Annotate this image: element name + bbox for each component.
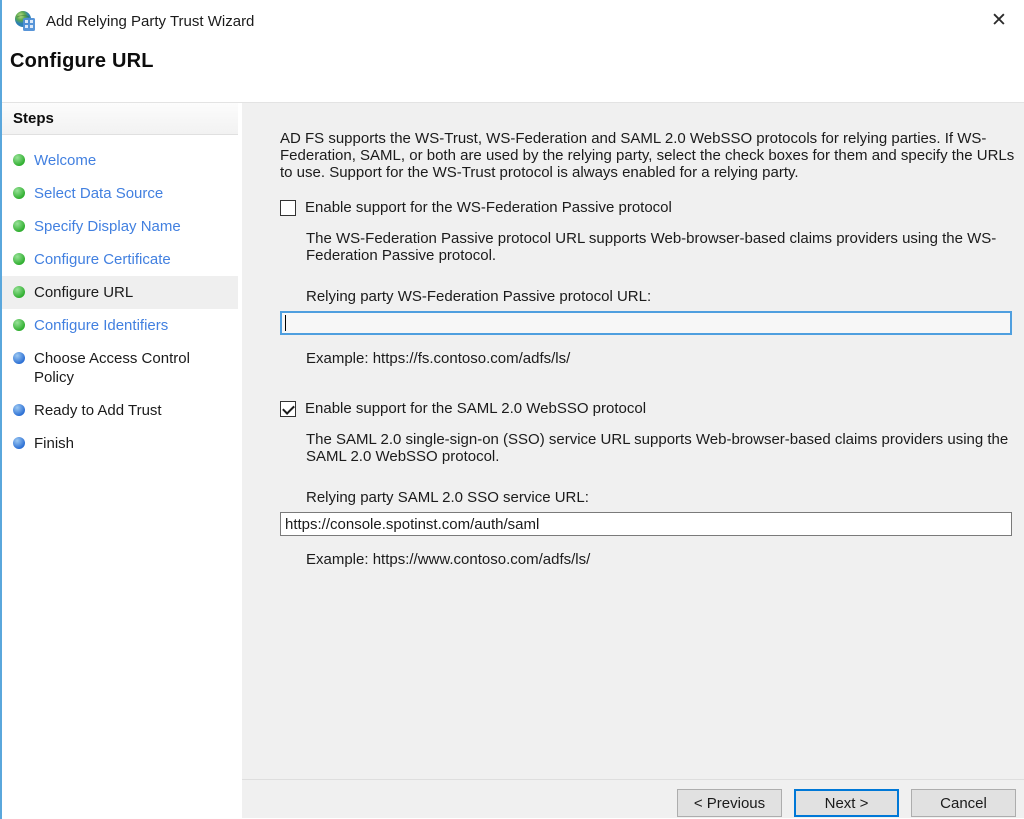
step-bullet-icon	[13, 187, 25, 199]
step-label: Choose Access Control Policy	[34, 349, 212, 387]
window-title: Add Relying Party Trust Wizard	[46, 13, 254, 30]
sidebar-item-select-data-source[interactable]: Select Data Source	[0, 177, 238, 210]
step-bullet-icon	[13, 319, 25, 331]
main-pane: AD FS supports the WS-Trust, WS-Federati…	[242, 103, 1024, 818]
step-bullet-icon	[13, 253, 25, 265]
step-bullet-icon	[13, 220, 25, 232]
adfs-globe-icon	[14, 10, 36, 32]
wsfed-url-label: Relying party WS-Federation Passive prot…	[306, 288, 1018, 305]
step-label: Finish	[34, 434, 74, 453]
previous-button[interactable]: < Previous	[677, 789, 782, 817]
sidebar-item-configure-certificate[interactable]: Configure Certificate	[0, 243, 238, 276]
text-caret	[285, 315, 286, 331]
steps-sidebar: Steps Welcome Select Data Source Specify D…	[0, 103, 238, 818]
sidebar-item-ready-to-add-trust: Ready to Add Trust	[0, 394, 238, 427]
sidebar-item-welcome[interactable]: Welcome	[0, 144, 238, 177]
next-button[interactable]: Next >	[794, 789, 899, 817]
saml-example: Example: https://www.contoso.com/adfs/ls…	[306, 551, 1018, 568]
wsfed-checkbox[interactable]	[280, 200, 296, 216]
wsfed-url-input[interactable]	[280, 311, 1012, 335]
sidebar-item-configure-url: Configure URL	[0, 276, 238, 309]
cancel-button[interactable]: Cancel	[911, 789, 1016, 817]
step-label: Configure Identifiers	[34, 316, 168, 335]
step-bullet-icon	[13, 154, 25, 166]
titlebar: Add Relying Party Trust Wizard ✕	[10, 0, 1024, 42]
steps-list: Welcome Select Data Source Specify Display…	[0, 135, 238, 460]
wsfed-checkbox-label[interactable]: Enable support for the WS-Federation Pas…	[305, 199, 672, 216]
wsfed-example: Example: https://fs.contoso.com/adfs/ls/	[306, 350, 1018, 367]
intro-text: AD FS supports the WS-Trust, WS-Federati…	[280, 130, 1018, 181]
step-bullet-icon	[13, 437, 25, 449]
step-bullet-icon	[13, 286, 25, 298]
step-label: Specify Display Name	[34, 217, 181, 236]
step-label: Configure Certificate	[34, 250, 171, 269]
saml-checkbox-label[interactable]: Enable support for the SAML 2.0 WebSSO p…	[305, 400, 646, 417]
sidebar-item-specify-display-name[interactable]: Specify Display Name	[0, 210, 238, 243]
saml-url-input[interactable]	[280, 512, 1012, 536]
wizard-header: Add Relying Party Trust Wizard ✕ Configu…	[0, 0, 1024, 103]
step-label: Configure URL	[34, 283, 133, 302]
saml-description: The SAML 2.0 single-sign-on (SSO) servic…	[306, 431, 1018, 465]
steps-header: Steps	[0, 103, 238, 135]
step-bullet-icon	[13, 404, 25, 416]
button-bar: < Previous Next > Cancel	[242, 779, 1024, 818]
window-edge	[0, 0, 2, 819]
saml-checkbox[interactable]	[280, 401, 296, 417]
step-label: Ready to Add Trust	[34, 401, 162, 420]
page-title: Configure URL	[10, 50, 1024, 73]
close-icon[interactable]: ✕	[986, 8, 1012, 34]
step-bullet-icon	[13, 352, 25, 364]
wsfed-description: The WS-Federation Passive protocol URL s…	[306, 230, 1018, 264]
step-label: Welcome	[34, 151, 96, 170]
sidebar-item-choose-access-control-policy: Choose Access Control Policy	[0, 342, 238, 394]
saml-url-label: Relying party SAML 2.0 SSO service URL:	[306, 489, 1018, 506]
sidebar-item-configure-identifiers[interactable]: Configure Identifiers	[0, 309, 238, 342]
sidebar-item-finish: Finish	[0, 427, 238, 460]
step-label: Select Data Source	[34, 184, 163, 203]
